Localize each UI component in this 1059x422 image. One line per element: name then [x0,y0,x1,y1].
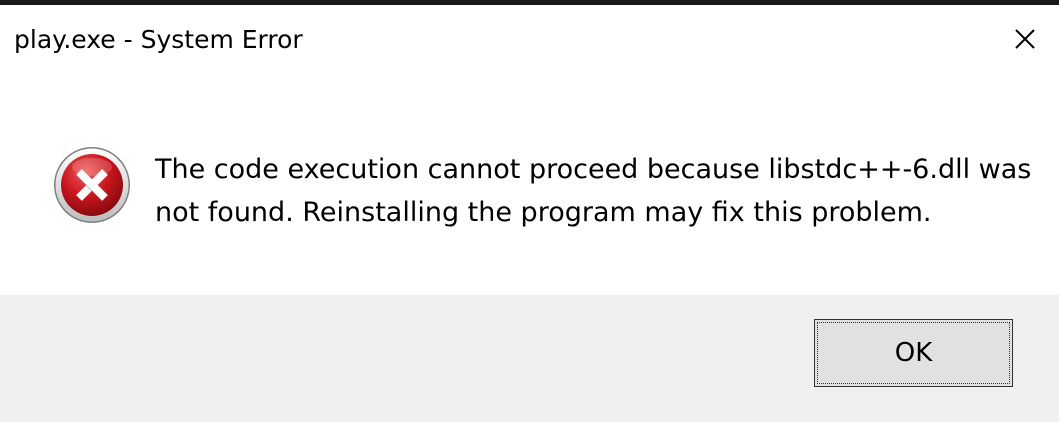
ok-button[interactable]: OK [814,319,1013,387]
title-bar: play.exe - System Error [0,5,1059,77]
error-message-line-1: The code execution cannot proceed becaus… [155,154,1032,185]
dialog-footer: OK [0,295,1059,422]
error-dialog: play.exe - System Error The code executi… [0,0,1059,422]
ok-button-label: OK [817,322,1010,384]
dialog-content: play.exe - System Error The code executi… [0,5,1059,295]
close-button[interactable] [1005,19,1045,59]
window-title: play.exe - System Error [14,25,303,54]
error-message-line-2: not found. Reinstalling the program may … [155,197,932,228]
close-icon [1015,29,1035,49]
error-icon [54,147,130,223]
error-message: The code execution cannot proceed becaus… [155,148,1035,234]
